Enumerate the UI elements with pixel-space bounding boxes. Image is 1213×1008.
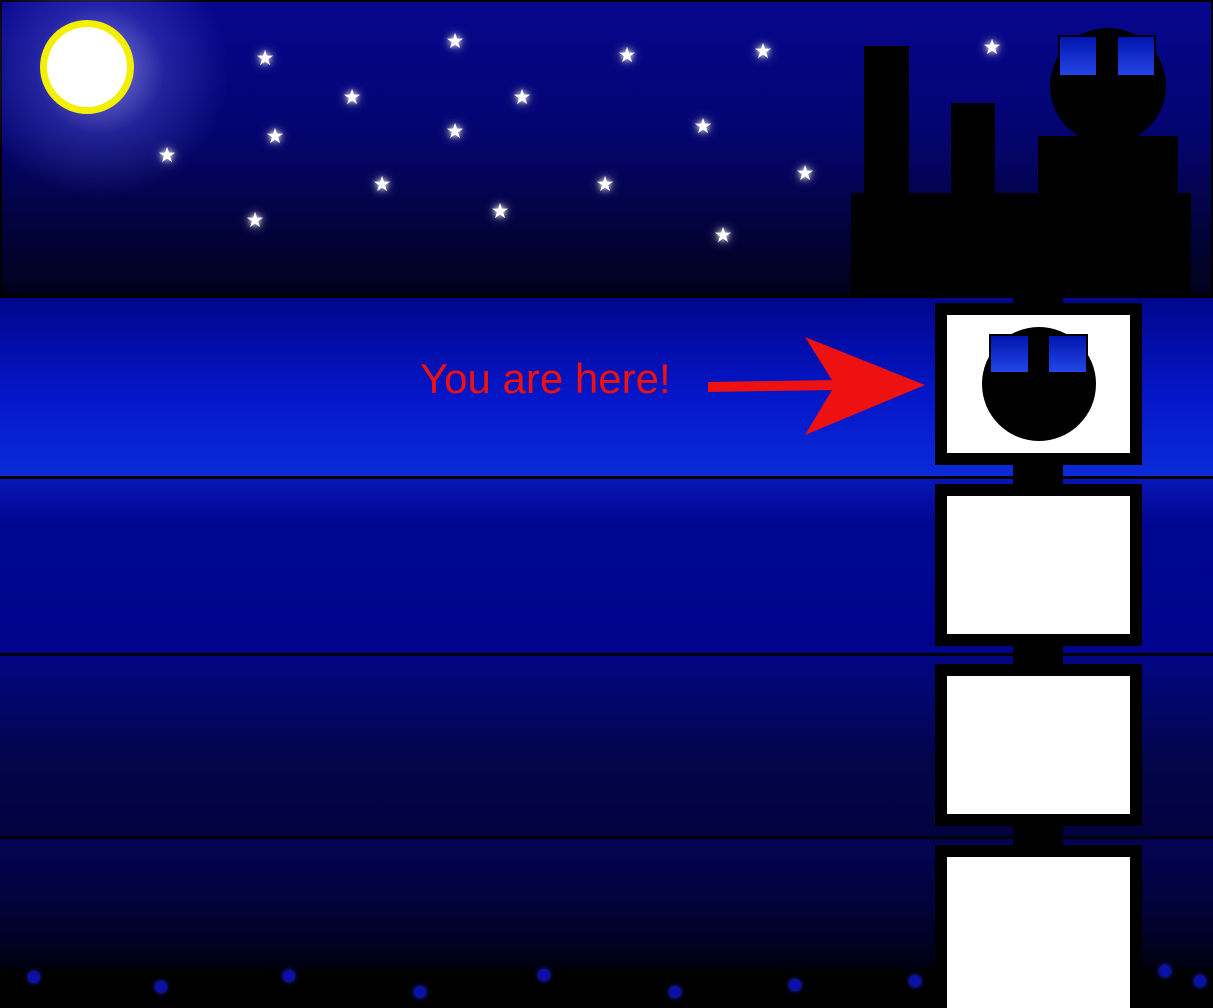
star-icon: ★ [982,36,1002,59]
star-icon: ★ [753,40,773,63]
ground-light [1159,965,1171,977]
player-eye [1047,334,1088,374]
moon [40,20,134,114]
star-icon: ★ [693,115,713,138]
star-icon: ★ [445,30,465,53]
ground-light [538,969,550,981]
star-icon: ★ [265,125,285,148]
ground-light [28,971,40,983]
arrow-right-icon [707,337,925,435]
star-icon: ★ [795,162,815,185]
star-icon: ★ [255,47,275,70]
ground-light [789,979,801,991]
ground-light [1194,975,1206,987]
player-eye [989,334,1030,374]
ground-light [414,986,426,998]
ground-light [283,970,295,982]
tower-silhouette [1038,136,1178,198]
star-icon: ★ [342,86,362,109]
star-icon: ★ [372,173,392,196]
star-icon: ★ [490,200,510,223]
star-icon: ★ [617,44,637,67]
star-icon: ★ [157,144,177,167]
room-4[interactable] [935,845,1142,1008]
tower-silhouette [951,103,995,198]
room-3[interactable] [935,664,1142,826]
star-icon: ★ [512,86,532,109]
character-eye [1058,35,1098,77]
ground-light [669,986,681,998]
ground-light [909,975,921,987]
tower-silhouette [864,46,909,196]
star-icon: ★ [245,209,265,232]
room-2[interactable] [935,484,1142,646]
character-eye [1116,35,1156,77]
star-icon: ★ [713,224,733,247]
you-are-here-label: You are here! [420,355,671,402]
castle-base-silhouette [851,193,1191,296]
star-icon: ★ [595,173,615,196]
ground-light [155,981,167,993]
star-icon: ★ [445,120,465,143]
